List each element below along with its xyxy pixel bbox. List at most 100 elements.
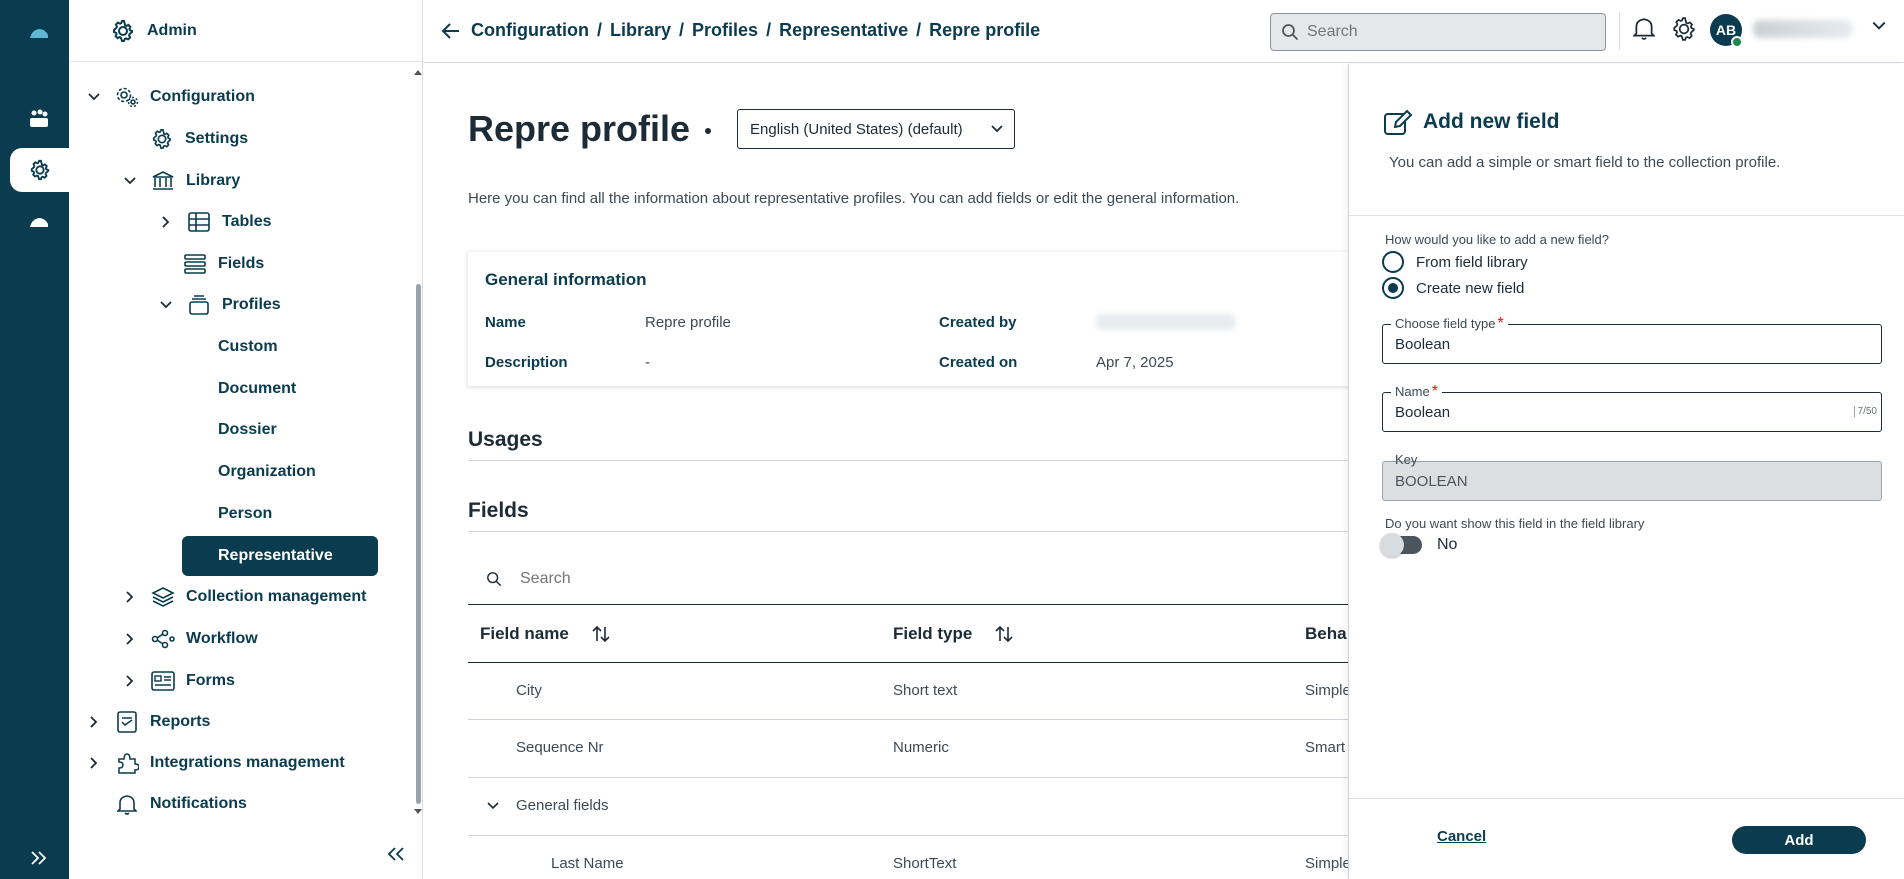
sidebar-item-organization[interactable]: Organization [218,452,316,492]
card-title: General information [485,270,647,289]
puzzle-icon [114,750,140,776]
sidebar-item-configuration[interactable]: Configuration [84,77,255,117]
cloud-icon[interactable] [10,201,68,245]
admin-settings-icon[interactable] [10,148,69,192]
online-status-icon [1731,36,1743,48]
sidebar-item-document[interactable]: Document [218,369,296,409]
app-logo-icon[interactable] [10,12,68,56]
name-value: Boolean [1395,404,1451,421]
search-input[interactable] [1307,23,1587,41]
column-header-behavior[interactable]: Beha [1305,624,1347,644]
chevron-right-icon [120,587,140,607]
table-search[interactable] [468,553,1348,605]
library-icon [150,168,176,194]
row-last-name-name[interactable]: Last Name [551,855,624,872]
app-rail [0,0,69,879]
sidebar-item-label: Settings [185,130,249,147]
row-sequence-name[interactable]: Sequence Nr [516,739,604,756]
sidebar-item-settings[interactable]: Settings [149,119,248,159]
global-search[interactable] [1270,13,1606,51]
sidebar-item-collection-management[interactable]: Collection management [120,577,366,617]
sidebar-item-tables[interactable]: Tables [156,202,272,242]
sidebar-item-label: Tables [222,213,272,230]
sidebar-item-label: Forms [186,672,235,689]
sidebar-item-label: Configuration [150,88,255,105]
field-type-select[interactable]: Choose field type * Boolean [1382,315,1882,364]
collections-icon[interactable] [10,97,68,141]
user-name-redacted [1753,20,1853,38]
sidebar-item-dossier[interactable]: Dossier [218,410,277,450]
sidebar-item-forms[interactable]: Forms [120,661,235,701]
library-visibility-toggle[interactable] [1380,533,1422,557]
profiles-icon [186,292,212,318]
radio-circle-checked[interactable] [1382,277,1404,299]
sidebar-item-fields[interactable]: Fields [182,244,264,284]
scrollbar-thumb[interactable] [416,284,421,804]
sidebar-item-label: Collection management [186,588,367,605]
collapse-sidebar-icon[interactable] [387,846,405,862]
usages-heading[interactable]: Usages [468,428,543,452]
radio-create-new-field[interactable]: Create new field [1382,277,1524,299]
panel-subtitle: You can add a simple or smart field to t… [1389,154,1781,171]
toggle-state-label: No [1437,536,1458,553]
breadcrumb-library[interactable]: Library [610,20,671,41]
row-last-name-type: ShortText [893,855,957,872]
sidebar-item-notifications[interactable]: Notifications [114,784,247,824]
column-header-field-name[interactable]: Field name [480,624,611,644]
table-search-input[interactable] [520,569,920,588]
sidebar-item-label: Profiles [222,296,281,313]
edit-field-icon [1383,108,1413,136]
radio-circle[interactable] [1382,251,1404,273]
toggle-knob[interactable] [1380,533,1404,557]
character-counter: 7/50 [1853,406,1877,417]
general-information-card: General information Name Repre profile D… [468,252,1348,386]
group-general-fields[interactable]: General fields [516,797,609,814]
table-icon [186,209,212,235]
key-value: BOOLEAN [1395,473,1468,490]
sidebar-item-label: Notifications [150,795,247,812]
row-last-name-behavior: Simple [1305,855,1348,872]
add-field-panel: Add new field You can add a simple or sm… [1348,64,1904,879]
column-header-field-type[interactable]: Field type [893,624,1014,644]
sort-icon[interactable] [591,625,611,643]
back-arrow-icon[interactable] [441,21,461,41]
sidebar-header[interactable]: Admin [69,0,422,62]
radio-from-field-library[interactable]: From field library [1382,251,1528,273]
sidebar-item-reports[interactable]: Reports [84,702,210,742]
row-city-name[interactable]: City [516,682,542,699]
sidebar-item-label: Reports [150,713,211,730]
key-label: Key [1395,452,1418,467]
sort-icon[interactable] [994,625,1014,643]
breadcrumb-profiles[interactable]: Profiles [692,20,758,41]
sidebar-item-workflow[interactable]: Workflow [120,619,258,659]
bell-icon[interactable] [1633,16,1655,40]
chevron-down-icon[interactable] [1871,18,1887,34]
forms-icon [150,668,176,694]
divider [468,777,1348,778]
add-button[interactable]: Add [1732,826,1866,854]
sidebar-item-custom[interactable]: Custom [218,327,278,367]
field-type-label: Choose field type [1395,316,1496,331]
breadcrumb-separator: / [766,20,772,40]
sidebar-scrollbar[interactable] [413,66,422,816]
cancel-button[interactable]: Cancel [1437,828,1486,845]
breadcrumb-representative[interactable]: Representative [779,20,908,41]
sidebar-item-representative[interactable]: Representative [182,536,378,576]
created-on-label: Created on [939,354,1018,371]
chevron-down-icon[interactable] [486,799,500,813]
admin-sidebar: Admin Configuration Settings Library Tab… [69,0,423,879]
sidebar-item-library[interactable]: Library [120,161,240,201]
breadcrumb-configuration[interactable]: Configuration [471,20,589,41]
expand-rail-icon[interactable] [10,836,68,879]
divider [468,460,1348,461]
sidebar-item-integrations-management[interactable]: Integrations management [84,743,345,783]
name-label: Name [1395,384,1430,399]
workflow-icon [150,626,176,652]
sidebar-item-person[interactable]: Person [218,494,272,534]
name-field[interactable]: Name * Boolean 7/50 [1382,383,1882,432]
sidebar-item-profiles[interactable]: Profiles [156,285,281,325]
gear-icon[interactable] [1671,16,1697,42]
main-content: Repre profile English (United States) (d… [423,64,1348,879]
language-select[interactable]: English (United States) (default) [737,109,1015,149]
chevron-down-icon [990,122,1004,136]
